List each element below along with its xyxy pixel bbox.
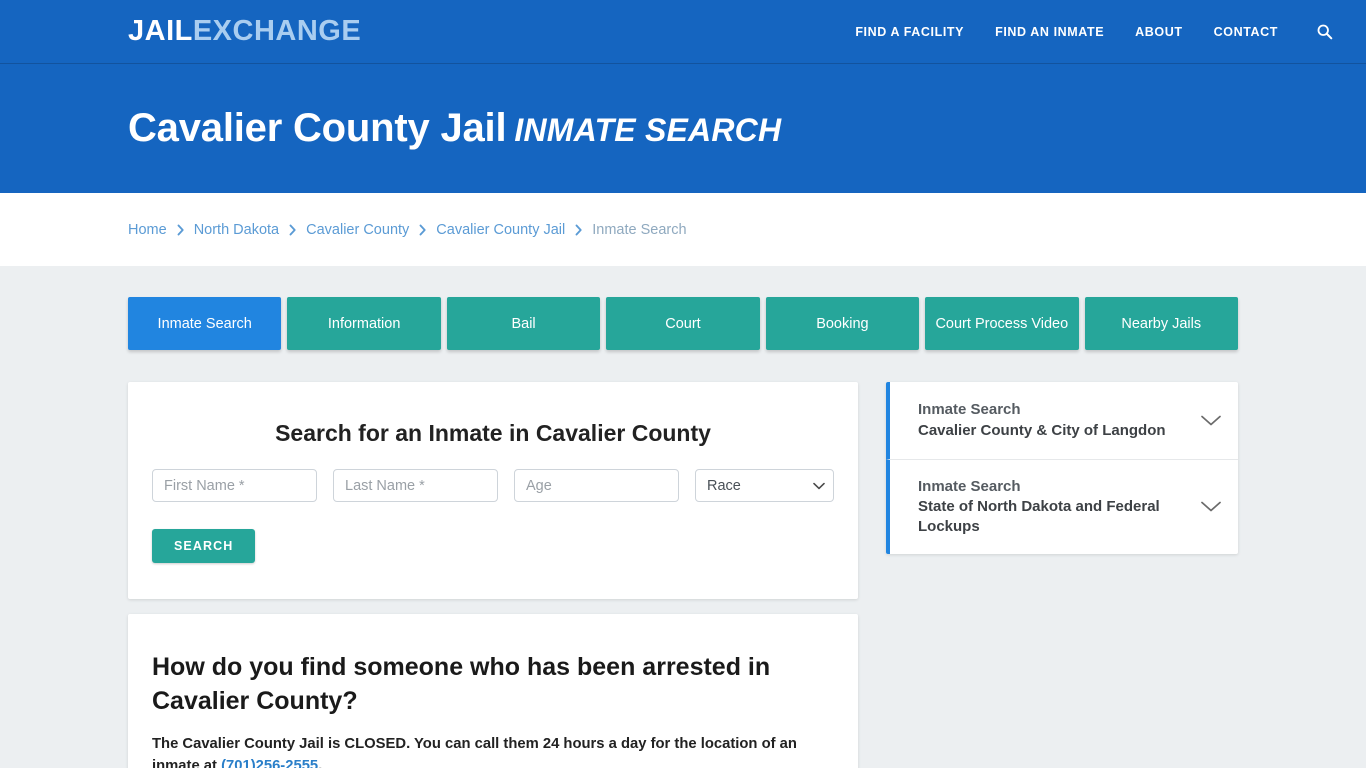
accordion-text: Inmate Search Cavalier County & City of …: [918, 400, 1188, 440]
breadcrumb-item-home[interactable]: Home: [128, 222, 167, 238]
hero-inner: Cavalier County Jail INMATE SEARCH: [128, 106, 781, 151]
accordion-subtitle: Cavalier County & City of Langdon: [918, 421, 1166, 439]
nav-item-find-an-inmate[interactable]: FIND AN INMATE: [995, 25, 1104, 39]
breadcrumb-item-cavalier-county-jail[interactable]: Cavalier County Jail: [436, 222, 565, 238]
chevron-right-icon: [574, 224, 583, 236]
first-name-input[interactable]: [152, 469, 317, 502]
breadcrumb-item-inmate-search: Inmate Search: [592, 221, 687, 238]
tab-inmate-search[interactable]: Inmate Search: [128, 297, 282, 350]
page-body: Inmate Search Information Bail Court Boo…: [0, 266, 1366, 768]
search-button[interactable]: SEARCH: [152, 529, 256, 563]
inmate-search-card: Search for an Inmate in Cavalier County …: [128, 382, 858, 599]
content-wrapper: Inmate Search Information Bail Court Boo…: [128, 297, 1238, 768]
tab-bail[interactable]: Bail: [446, 297, 601, 350]
chevron-down-icon[interactable]: [1200, 500, 1222, 513]
accordion-title: Inmate Search: [918, 401, 1021, 419]
sidebar-column: Inmate Search Cavalier County & City of …: [886, 382, 1238, 554]
accordion-title: Inmate Search: [918, 478, 1021, 495]
breadcrumb-item-north-dakota[interactable]: North Dakota: [194, 222, 279, 238]
accordion-subtitle: State of North Dakota and Federal Lockup…: [918, 498, 1160, 536]
accordion-text: Inmate Search State of North Dakota and …: [918, 477, 1188, 537]
breadcrumb-bar: Home North Dakota Cavalier County Cavali…: [0, 193, 1366, 266]
tab-court-process-video[interactable]: Court Process Video: [925, 297, 1079, 350]
breadcrumb: Home North Dakota Cavalier County Cavali…: [128, 222, 687, 238]
search-fields: Race: [152, 469, 834, 502]
last-name-input[interactable]: [333, 469, 498, 502]
tab-court[interactable]: Court: [606, 297, 760, 350]
hero-banner: Cavalier County Jail INMATE SEARCH: [0, 64, 1366, 193]
information-heading: How do you find someone who has been arr…: [152, 653, 771, 716]
chevron-right-icon: [418, 224, 427, 236]
nav-item-about[interactable]: ABOUT: [1135, 25, 1182, 39]
chevron-right-icon: [176, 224, 185, 236]
search-icon[interactable]: [1314, 22, 1334, 42]
logo-text-jail: JAIL: [128, 15, 193, 47]
site-logo[interactable]: JAILEXCHANGE: [128, 17, 361, 46]
page-title: Cavalier County Jail: [128, 106, 507, 150]
tab-bar: Inmate Search Information Bail Court Boo…: [128, 297, 1238, 350]
top-navigation-bar: JAILEXCHANGE FIND A FACILITY FIND AN INM…: [0, 0, 1366, 64]
tab-nearby-jails[interactable]: Nearby Jails: [1084, 297, 1238, 350]
main-column: Search for an Inmate in Cavalier County …: [128, 382, 858, 768]
information-paragraph: The Cavalier County Jail is CLOSED. You …: [152, 733, 834, 768]
phone-link[interactable]: (701)256-2555: [221, 758, 318, 768]
race-select-wrapper: Race: [695, 469, 834, 502]
information-card: How do you find someone who has been arr…: [128, 614, 858, 768]
two-column-layout: Search for an Inmate in Cavalier County …: [128, 382, 1238, 768]
primary-nav: FIND A FACILITY FIND AN INMATE ABOUT CON…: [855, 22, 1342, 42]
information-text-after: .: [318, 757, 323, 768]
chevron-down-icon[interactable]: [1200, 414, 1222, 427]
tab-booking[interactable]: Booking: [765, 297, 920, 350]
age-input[interactable]: [514, 469, 679, 502]
sidebar-item-cavalier-county-langdon[interactable]: Inmate Search Cavalier County & City of …: [886, 382, 1238, 460]
race-select[interactable]: Race: [695, 469, 834, 502]
page-subtitle: INMATE SEARCH: [514, 112, 782, 148]
sidebar-item-north-dakota-federal[interactable]: Inmate Search State of North Dakota and …: [886, 460, 1238, 554]
nav-item-contact[interactable]: CONTACT: [1214, 25, 1278, 39]
sidebar-accordion: Inmate Search Cavalier County & City of …: [886, 382, 1238, 554]
breadcrumb-item-cavalier-county[interactable]: Cavalier County: [306, 222, 409, 238]
tab-information[interactable]: Information: [287, 297, 441, 350]
logo-text-exchange: EXCHANGE: [192, 15, 362, 47]
nav-item-find-a-facility[interactable]: FIND A FACILITY: [855, 25, 964, 39]
search-card-title: Search for an Inmate in Cavalier County: [275, 420, 711, 446]
chevron-right-icon: [288, 224, 297, 236]
